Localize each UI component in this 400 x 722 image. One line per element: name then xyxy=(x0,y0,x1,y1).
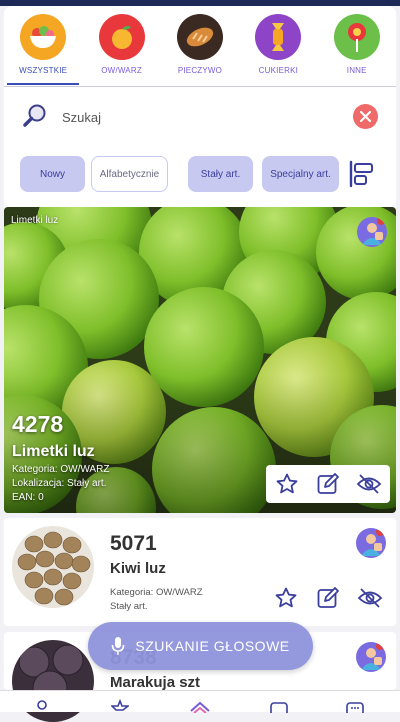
nav-home-icon[interactable] xyxy=(188,699,212,715)
product-card[interactable]: 5071 Kiwi luz Kategoria: OW/WARZ Stały a… xyxy=(4,518,396,626)
favorite-star-icon[interactable] xyxy=(272,584,300,612)
category-tab-bread[interactable]: PIECZYWO xyxy=(162,14,238,75)
nav-favorites-icon[interactable] xyxy=(108,699,132,715)
lollipop-icon xyxy=(333,14,380,60)
search-bar xyxy=(4,87,396,145)
hide-eye-icon[interactable] xyxy=(355,470,383,498)
hide-eye-icon[interactable] xyxy=(356,584,384,612)
nav-profile-icon[interactable] xyxy=(30,699,54,715)
candy-icon xyxy=(255,14,302,60)
orange-fruit-icon xyxy=(98,14,145,60)
category-tab-candy[interactable]: CUKIERKI xyxy=(240,14,316,75)
product-number: 5071 xyxy=(110,532,157,555)
product-number: 4278 xyxy=(12,411,64,437)
voice-search-button[interactable]: SZUKANIE GŁOSOWE xyxy=(88,622,313,670)
product-tag: Limetki luz xyxy=(11,215,59,226)
category-label: PIECZYWO xyxy=(177,66,223,75)
category-tab-all[interactable]: WSZYSTKIE xyxy=(5,14,81,85)
search-input[interactable] xyxy=(60,105,334,129)
product-name: Limetki luz xyxy=(12,443,95,460)
category-tab-fruit-veg[interactable]: OW/WARZ xyxy=(84,14,160,75)
bottom-navigation xyxy=(0,690,400,715)
category-tab-other[interactable]: INNE xyxy=(319,14,395,75)
product-actions xyxy=(266,465,390,503)
filter-alphabetical-button[interactable]: Alfabetycznie xyxy=(91,156,168,192)
product-location: Stały art. xyxy=(110,601,148,612)
search-filter-panel: Nowy Alfabetycznie Stały art. Specjalny … xyxy=(4,87,396,207)
clear-search-button[interactable] xyxy=(353,104,378,129)
nav-add-icon[interactable] xyxy=(267,699,291,715)
product-ean: EAN: 0 xyxy=(12,492,44,503)
filter-special-item-button[interactable]: Specjalny art. xyxy=(262,156,339,192)
layout-toggle-icon[interactable] xyxy=(349,160,375,193)
bread-icon xyxy=(176,14,223,60)
featured-product-card[interactable]: Limetki luz 4278 Limetki luz Kategoria: … xyxy=(4,207,396,513)
favorite-star-icon[interactable] xyxy=(273,470,301,498)
filter-fixed-item-button[interactable]: Stały art. xyxy=(188,156,253,192)
microphone-icon xyxy=(112,637,125,655)
category-label: INNE xyxy=(346,66,367,75)
nav-messages-icon[interactable] xyxy=(343,699,367,715)
product-actions xyxy=(272,584,384,612)
category-label: CUKIERKI xyxy=(258,66,299,75)
category-bar: WSZYSTKIE OW/WARZ PIECZYWO CUKIERKI INNE xyxy=(4,6,396,86)
close-icon xyxy=(360,111,371,122)
category-label: WSZYSTKIE xyxy=(19,66,68,75)
edit-icon[interactable] xyxy=(314,584,342,612)
salad-bowl-icon xyxy=(20,14,67,60)
product-category: Kategoria: OW/WARZ xyxy=(12,464,110,475)
product-name: Marakuja szt xyxy=(110,674,201,691)
product-location: Lokalizacja: Stały art. xyxy=(12,478,107,489)
user-avatar-icon[interactable] xyxy=(356,528,386,558)
voice-search-label: SZUKANIE GŁOSOWE xyxy=(135,638,290,654)
product-category: Kategoria: OW/WARZ xyxy=(110,587,203,598)
filter-new-button[interactable]: Nowy xyxy=(20,156,85,192)
category-label: OW/WARZ xyxy=(101,66,142,75)
user-avatar-icon[interactable] xyxy=(356,642,386,672)
user-avatar-icon[interactable] xyxy=(357,217,387,247)
edit-icon[interactable] xyxy=(314,470,342,498)
product-name: Kiwi luz xyxy=(110,560,166,577)
product-thumbnail xyxy=(12,526,94,608)
filter-bar: Nowy Alfabetycznie Stały art. Specjalny … xyxy=(4,156,396,194)
search-icon[interactable] xyxy=(22,103,48,134)
